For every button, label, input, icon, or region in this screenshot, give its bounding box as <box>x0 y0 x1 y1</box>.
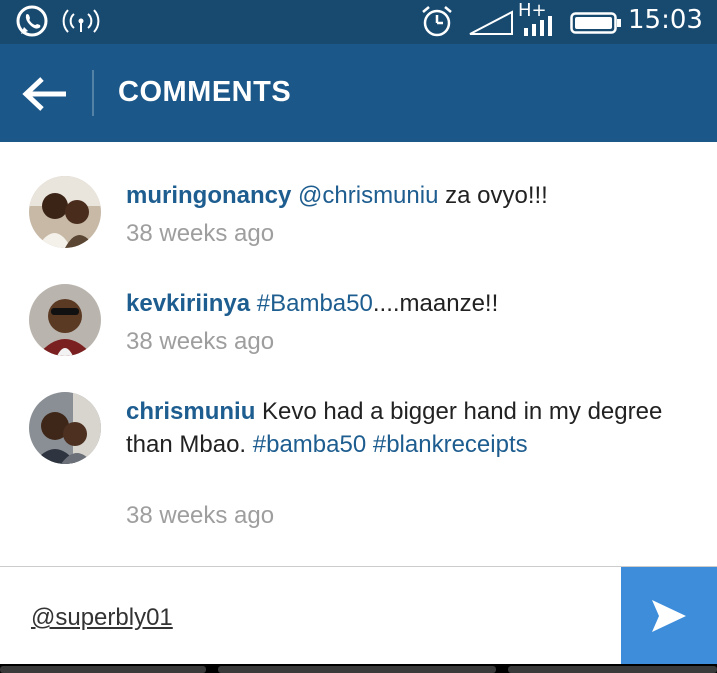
comment-username[interactable]: muringonancy <box>126 182 291 209</box>
comment-text: kevkiriinya #Bamba50....maanze!! <box>126 287 686 320</box>
comment-hashtag[interactable]: #Bamba50 <box>257 290 373 317</box>
avatar[interactable] <box>29 284 101 356</box>
send-icon <box>652 600 686 632</box>
navigation-strip <box>0 664 717 673</box>
comment-hashtag[interactable]: #blankreceipts <box>373 431 528 458</box>
comment-input[interactable] <box>29 599 593 637</box>
comment-text: muringonancy @chrismuniu za ovyo!!! <box>126 179 686 212</box>
battery-icon <box>570 12 621 34</box>
alarm-icon <box>422 6 452 37</box>
cell-signal-icon <box>469 10 513 35</box>
comment-hashtag[interactable]: #bamba50 <box>253 431 366 458</box>
wifi-hotspot-icon <box>62 9 100 33</box>
page-title: COMMENTS <box>118 76 292 108</box>
comment-username[interactable]: kevkiriinya <box>126 290 250 317</box>
whatsapp-icon <box>16 5 48 37</box>
app-bar-divider <box>92 70 94 116</box>
arrow-left-icon <box>22 77 66 111</box>
comment-text: chrismuniu Kevo had a bigger hand in my … <box>126 395 686 461</box>
comment-username[interactable]: chrismuniu <box>126 398 255 425</box>
status-time: 15:03 <box>628 5 703 35</box>
comment-body <box>366 431 373 458</box>
send-button[interactable] <box>621 567 717 665</box>
comment-composer <box>0 566 717 665</box>
data-bars-icon <box>524 16 552 36</box>
status-bar: H+ 15:03 <box>0 0 717 44</box>
avatar[interactable] <box>29 176 101 248</box>
comment-body: za ovyo!!! <box>438 182 548 209</box>
comment-timestamp: 38 weeks ago <box>126 220 275 247</box>
comment-body: ....maanze!! <box>372 290 499 317</box>
comment-timestamp: 38 weeks ago <box>126 328 275 355</box>
app-bar: COMMENTS <box>0 44 717 142</box>
comment-timestamp: 38 weeks ago <box>126 502 275 529</box>
back-button[interactable] <box>14 68 74 120</box>
comment-mention[interactable]: @chrismuniu <box>298 182 438 209</box>
avatar[interactable] <box>29 392 101 464</box>
